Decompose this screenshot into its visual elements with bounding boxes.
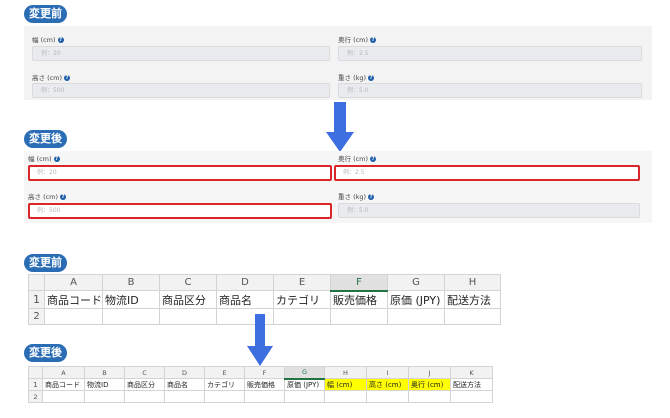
column-header[interactable]: C bbox=[124, 366, 165, 379]
form-panel-after: 幅 (cm)? 例：20 奥行 (cm)? 例：2.5 高さ (cm)? 例：5… bbox=[24, 151, 652, 223]
height-input[interactable]: 例：500 bbox=[32, 83, 330, 98]
cell[interactable]: カテゴリ bbox=[273, 290, 331, 309]
help-icon[interactable]: ? bbox=[57, 37, 64, 43]
cell[interactable]: 商品コード bbox=[42, 378, 85, 391]
column-header[interactable]: E bbox=[273, 274, 331, 291]
cell[interactable]: 原価 (JPY) bbox=[284, 378, 325, 391]
column-header-selected[interactable]: F bbox=[330, 274, 388, 292]
cell[interactable]: 販売価格 bbox=[330, 290, 388, 309]
cell[interactable] bbox=[164, 390, 205, 403]
row-number[interactable]: 1 bbox=[28, 378, 43, 391]
column-header[interactable]: J bbox=[408, 366, 451, 379]
width-input[interactable]: 例：20 bbox=[28, 165, 332, 181]
help-icon[interactable]: ? bbox=[370, 37, 377, 43]
cell[interactable]: 物流ID bbox=[84, 378, 125, 391]
row-number[interactable]: 2 bbox=[28, 308, 45, 325]
highlighted-cell[interactable]: 高さ (cm) bbox=[366, 378, 409, 391]
help-icon[interactable]: ? bbox=[368, 194, 375, 200]
depth-input[interactable]: 例：2.5 bbox=[338, 46, 642, 61]
cell[interactable]: 商品名 bbox=[164, 378, 205, 391]
cell[interactable] bbox=[244, 390, 285, 403]
cell[interactable]: 商品コード bbox=[44, 290, 103, 309]
row-number[interactable]: 2 bbox=[28, 390, 43, 403]
cell[interactable]: 商品区分 bbox=[159, 290, 217, 309]
cell[interactable]: 販売価格 bbox=[244, 378, 285, 391]
highlighted-cell[interactable]: 奥行 (cm) bbox=[408, 378, 451, 391]
width-input[interactable]: 例：20 bbox=[32, 46, 330, 61]
cell[interactable] bbox=[42, 390, 85, 403]
column-header[interactable]: H bbox=[444, 274, 501, 291]
after-badge-sheet: 変更後 bbox=[24, 344, 67, 362]
column-header[interactable]: A bbox=[44, 274, 103, 291]
cell[interactable]: 物流ID bbox=[102, 290, 160, 309]
column-header[interactable]: I bbox=[366, 366, 409, 379]
cell[interactable] bbox=[44, 308, 103, 325]
cell[interactable]: カテゴリ bbox=[204, 378, 245, 391]
select-all-corner[interactable] bbox=[28, 366, 43, 379]
cell[interactable] bbox=[284, 390, 325, 403]
column-header[interactable]: H bbox=[324, 366, 367, 379]
select-all-corner[interactable] bbox=[28, 274, 45, 291]
column-header[interactable]: A bbox=[42, 366, 85, 379]
weight-label: 重さ (kg)? bbox=[338, 193, 375, 201]
help-icon[interactable]: ? bbox=[53, 156, 60, 162]
column-header[interactable]: C bbox=[159, 274, 217, 291]
cell[interactable] bbox=[450, 390, 493, 403]
column-header[interactable]: E bbox=[204, 366, 245, 379]
cell[interactable] bbox=[273, 308, 331, 325]
weight-input[interactable]: 例：5.0 bbox=[338, 203, 640, 218]
before-badge: 変更前 bbox=[24, 5, 67, 23]
form-panel-before: 幅 (cm)? 例：20 奥行 (cm)? 例：2.5 高さ (cm)? 例：5… bbox=[24, 26, 652, 100]
cell[interactable] bbox=[387, 308, 445, 325]
cell[interactable]: 配送方法 bbox=[444, 290, 501, 309]
cell[interactable]: 商品区分 bbox=[124, 378, 165, 391]
cell[interactable] bbox=[324, 390, 367, 403]
row-number[interactable]: 1 bbox=[28, 290, 45, 309]
column-header[interactable]: K bbox=[450, 366, 493, 379]
weight-label: 重さ (kg)? bbox=[338, 74, 375, 82]
column-header[interactable]: B bbox=[102, 274, 160, 291]
cell[interactable]: 原価 (JPY) bbox=[387, 290, 445, 309]
cell[interactable] bbox=[124, 390, 165, 403]
cell[interactable] bbox=[84, 390, 125, 403]
help-icon[interactable]: ? bbox=[370, 156, 377, 162]
column-header[interactable]: G bbox=[387, 274, 445, 291]
column-header-selected[interactable]: G bbox=[284, 366, 325, 380]
spreadsheet-after: A B C D E F G H I J K 1 商品コード 物流ID 商品区分 … bbox=[28, 366, 493, 403]
cell[interactable] bbox=[330, 308, 388, 325]
column-header[interactable]: D bbox=[164, 366, 205, 379]
cell[interactable] bbox=[444, 308, 501, 325]
column-header[interactable]: B bbox=[84, 366, 125, 379]
help-icon[interactable]: ? bbox=[64, 75, 71, 81]
before-badge-sheet: 変更前 bbox=[24, 254, 67, 272]
width-label: 幅 (cm)? bbox=[28, 155, 60, 163]
height-label: 高さ (cm)? bbox=[32, 74, 71, 82]
down-arrow-icon bbox=[326, 102, 354, 152]
depth-label: 奥行 (cm)? bbox=[338, 36, 377, 44]
down-arrow-icon bbox=[247, 314, 273, 366]
width-label: 幅 (cm)? bbox=[32, 36, 64, 44]
help-icon[interactable]: ? bbox=[368, 75, 375, 81]
cell[interactable] bbox=[102, 308, 160, 325]
cell[interactable] bbox=[408, 390, 451, 403]
help-icon[interactable]: ? bbox=[60, 194, 67, 200]
cell[interactable] bbox=[159, 308, 217, 325]
column-header[interactable]: F bbox=[244, 366, 285, 379]
highlighted-cell[interactable]: 幅 (cm) bbox=[324, 378, 367, 391]
cell[interactable]: 配送方法 bbox=[450, 378, 493, 391]
height-label: 高さ (cm)? bbox=[28, 193, 67, 201]
column-header[interactable]: D bbox=[216, 274, 274, 291]
depth-label: 奥行 (cm)? bbox=[338, 155, 377, 163]
depth-input[interactable]: 例：2.5 bbox=[334, 165, 640, 181]
cell[interactable]: 商品名 bbox=[216, 290, 274, 309]
cell[interactable] bbox=[204, 390, 245, 403]
cell[interactable] bbox=[366, 390, 409, 403]
after-badge: 変更後 bbox=[24, 130, 67, 148]
weight-input[interactable]: 例：5.0 bbox=[338, 83, 642, 98]
height-input[interactable]: 例：500 bbox=[28, 203, 332, 219]
